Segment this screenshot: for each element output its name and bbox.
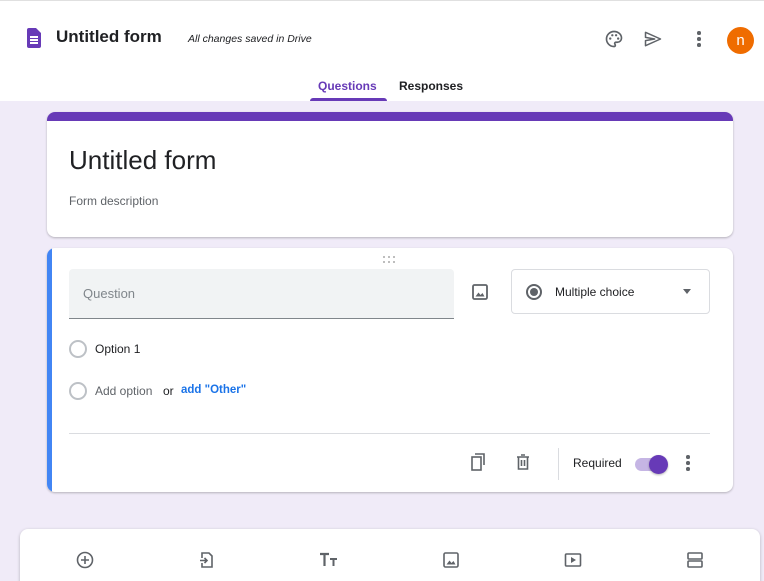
question-focus-indicator (47, 248, 52, 492)
drag-handle-icon[interactable] (383, 256, 397, 264)
active-tab-indicator (310, 98, 387, 101)
palette-icon[interactable] (602, 27, 626, 51)
chevron-down-icon (683, 289, 691, 294)
avatar[interactable]: n (727, 27, 754, 54)
option-radio (69, 340, 87, 358)
add-option-button[interactable]: Add option (95, 384, 152, 398)
required-label: Required (573, 456, 622, 470)
add-title-icon[interactable] (318, 549, 340, 571)
question-input[interactable]: Question (69, 269, 454, 319)
or-text: or (163, 384, 174, 398)
forms-logo-icon[interactable] (27, 28, 41, 48)
send-icon[interactable] (641, 27, 665, 51)
add-question-icon[interactable] (74, 549, 96, 571)
add-section-icon[interactable] (684, 549, 706, 571)
question-type-dropdown[interactable]: Multiple choice (511, 269, 710, 314)
question-more-icon[interactable] (678, 453, 698, 473)
radio-button-icon (526, 284, 542, 300)
required-toggle[interactable] (635, 455, 669, 474)
question-type-label: Multiple choice (555, 285, 635, 299)
save-status: All changes saved in Drive (188, 33, 312, 45)
question-placeholder: Question (83, 286, 136, 301)
app-title[interactable]: Untitled form (56, 27, 162, 47)
title-card-accent (47, 112, 733, 121)
add-other-button[interactable]: add "Other" (181, 384, 246, 396)
question-footer-divider (69, 433, 710, 434)
form-title-field[interactable]: Untitled form (69, 145, 216, 176)
add-option-radio (69, 382, 87, 400)
form-title-card: Untitled form Form description (47, 112, 733, 237)
add-image-icon[interactable] (440, 549, 462, 571)
delete-icon[interactable] (513, 452, 533, 472)
more-options-icon[interactable] (687, 27, 711, 51)
form-description-field[interactable]: Form description (69, 194, 158, 208)
add-image-icon[interactable] (471, 283, 489, 301)
duplicate-icon[interactable] (469, 452, 489, 472)
floating-toolbar (20, 529, 760, 581)
toggle-knob (649, 455, 668, 474)
question-card: Question Multiple choice Option 1 Add op… (47, 248, 733, 492)
add-video-icon[interactable] (562, 549, 584, 571)
tab-questions[interactable]: Questions (318, 79, 377, 93)
option-1-label[interactable]: Option 1 (95, 342, 140, 356)
app-header: Untitled form All changes saved in Drive… (0, 0, 764, 101)
tab-responses[interactable]: Responses (399, 79, 463, 93)
footer-vertical-divider (558, 448, 559, 480)
import-questions-icon[interactable] (196, 549, 218, 571)
